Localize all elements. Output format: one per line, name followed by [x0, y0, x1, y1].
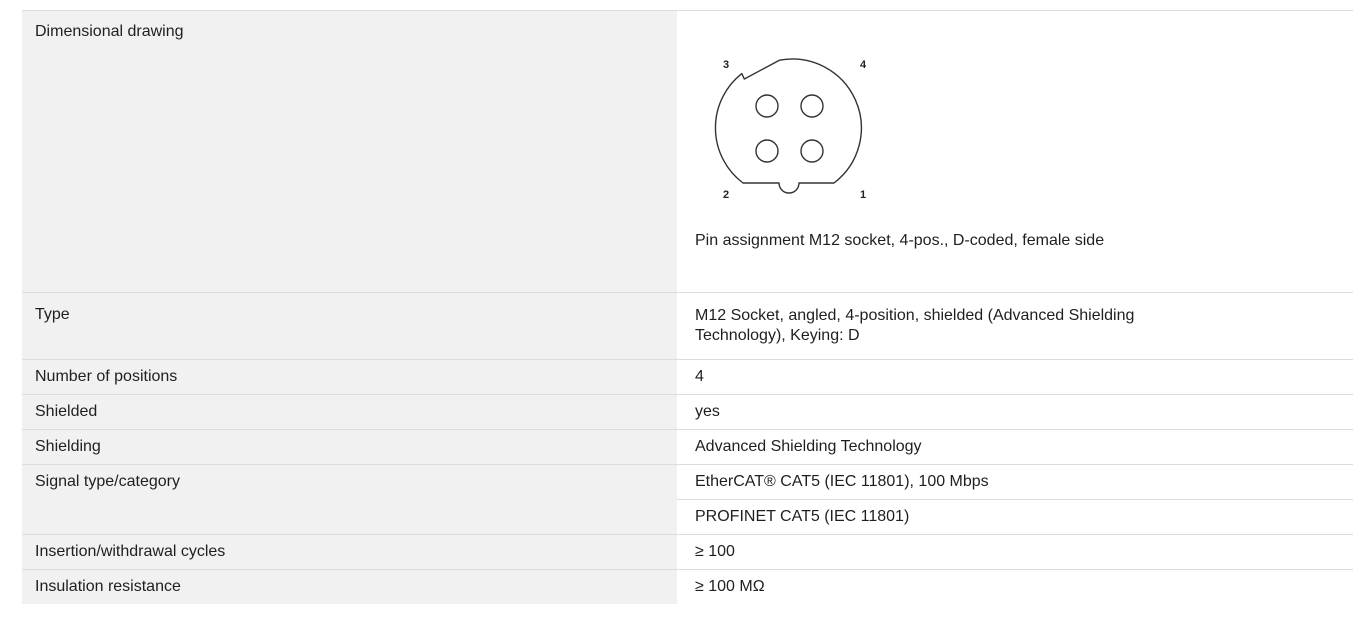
type-value-line-2: Technology), Keying: D [695, 327, 860, 344]
drawing-caption: Pin assignment M12 socket, 4-pos., D-cod… [695, 232, 1105, 249]
shielding-label: Shielding [22, 430, 677, 464]
pin-hole-3 [755, 94, 779, 118]
spec-row-shielding: Shielding Advanced Shielding Technology [22, 430, 1353, 465]
spec-row-cycles: Insertion/withdrawal cycles ≥ 100 [22, 535, 1353, 570]
spec-row-insulation: Insulation resistance ≥ 100 MΩ [22, 570, 1353, 604]
pin-label-1: 1 [860, 189, 866, 201]
insulation-label: Insulation resistance [22, 570, 677, 604]
signal-type-label: Signal type/category [22, 465, 677, 534]
shielded-label: Shielded [22, 395, 677, 429]
type-value-line-1: M12 Socket, angled, 4-position, shielded… [695, 307, 1135, 324]
dimensional-drawing-value: 3 4 2 1 Pin assignment M12 socket, 4-pos… [677, 11, 1353, 292]
pin-label-2: 2 [723, 189, 729, 201]
insulation-value: ≥ 100 MΩ [677, 570, 1353, 604]
pin-assignment-drawing: 3 4 2 1 [714, 58, 867, 201]
cycles-value: ≥ 100 [677, 535, 1353, 569]
socket-outline [714, 58, 863, 194]
pin-label-3: 3 [723, 59, 729, 71]
dimensional-drawing-row: Dimensional drawing 3 4 2 1 Pin assignme… [22, 11, 1353, 293]
pin-hole-4 [800, 94, 824, 118]
type-label: Type [22, 293, 677, 359]
signal-type-value-ethercat: EtherCAT® CAT5 (IEC 11801), 100 Mbps [695, 473, 989, 490]
spec-row-shielded: Shielded yes [22, 395, 1353, 430]
signal-type-values: EtherCAT® CAT5 (IEC 11801), 100 Mbps PRO… [677, 465, 1353, 534]
signal-type-value-profinet: PROFINET CAT5 (IEC 11801) [677, 499, 1353, 534]
cycles-label: Insertion/withdrawal cycles [22, 535, 677, 569]
dimensional-drawing-label: Dimensional drawing [22, 11, 677, 292]
spec-table: Dimensional drawing 3 4 2 1 Pin assignme… [22, 10, 1353, 604]
spec-row-signal-type: Signal type/category EtherCAT® CAT5 (IEC… [22, 465, 1353, 535]
spec-row-type: Type M12 Socket, angled, 4-position, shi… [22, 293, 1353, 360]
positions-label: Number of positions [22, 360, 677, 394]
shielded-value: yes [677, 395, 1353, 429]
pin-hole-2 [755, 139, 779, 163]
shielding-value: Advanced Shielding Technology [677, 430, 1353, 464]
positions-value: 4 [677, 360, 1353, 394]
spec-row-positions: Number of positions 4 [22, 360, 1353, 395]
type-value: M12 Socket, angled, 4-position, shielded… [677, 293, 1353, 359]
pin-label-4: 4 [860, 59, 867, 71]
pin-hole-1 [800, 139, 824, 163]
